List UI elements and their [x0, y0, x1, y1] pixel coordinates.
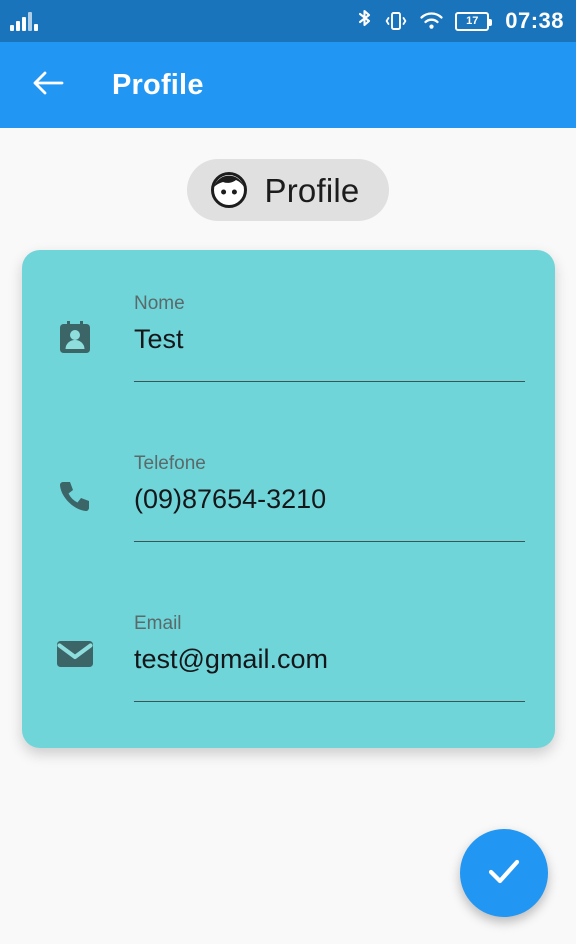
field-nome-body: Nome Test: [134, 292, 525, 382]
battery-level-label: 17: [466, 14, 479, 27]
phone-icon: [52, 478, 98, 516]
bluetooth-icon: [356, 9, 373, 33]
status-bar: 17 07:38: [0, 0, 576, 42]
field-telefone-body: Telefone (09)87654-3210: [134, 452, 525, 542]
vibrate-mode-icon: [384, 9, 408, 33]
field-email-label: Email: [134, 613, 182, 634]
battery-icon: 17: [455, 11, 493, 31]
field-email-underline: [134, 700, 525, 702]
profile-card: Nome Test Telefone (09)87654-3210 Email …: [22, 250, 555, 748]
person-face-icon: [209, 170, 249, 210]
confirm-fab-button[interactable]: [460, 829, 548, 917]
profile-chip-label: Profile: [264, 171, 360, 209]
status-bar-right: 17 07:38: [356, 8, 564, 34]
cellular-signal-icon: [10, 11, 38, 31]
email-envelope-icon: [52, 638, 98, 670]
status-bar-clock: 07:38: [505, 8, 564, 33]
check-icon: [481, 848, 527, 899]
field-nome: Nome Test: [52, 292, 525, 452]
field-nome-value[interactable]: Test: [134, 321, 525, 359]
arrow-back-icon: [30, 68, 66, 103]
field-telefone-value[interactable]: (09)87654-3210: [134, 481, 525, 519]
contact-badge-icon: [52, 318, 98, 358]
wifi-icon: [419, 9, 444, 33]
field-nome-label: Nome: [134, 293, 185, 314]
field-telefone: Telefone (09)87654-3210: [52, 452, 525, 612]
field-nome-underline: [134, 380, 525, 382]
profile-chip[interactable]: Profile: [186, 159, 390, 221]
status-bar-left: [10, 11, 38, 31]
field-email-body: Email test@gmail.com: [134, 612, 525, 702]
field-email-value[interactable]: test@gmail.com: [134, 641, 525, 679]
back-button[interactable]: [26, 63, 70, 107]
field-telefone-label: Telefone: [134, 453, 206, 474]
field-telefone-underline: [134, 540, 525, 542]
app-bar: Profile: [0, 42, 576, 128]
field-email: Email test@gmail.com: [52, 612, 525, 772]
chip-row: Profile: [0, 159, 576, 221]
page-title: Profile: [112, 68, 204, 101]
